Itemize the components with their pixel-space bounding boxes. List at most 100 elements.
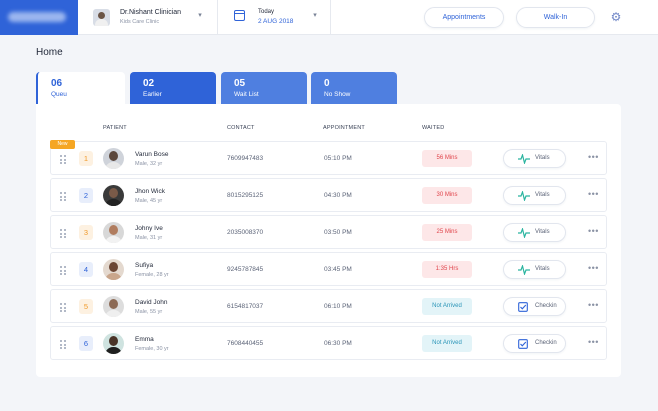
appointment-time: 03:45 PM — [324, 266, 352, 273]
contact: 8015295125 — [227, 192, 264, 199]
gear-icon[interactable]: ⚙ — [610, 11, 622, 23]
walkin-button[interactable]: Walk-In — [516, 7, 595, 28]
pulse-icon — [518, 265, 530, 275]
date-label: Today — [258, 9, 275, 15]
appointments-button[interactable]: Appointments — [424, 7, 504, 28]
waited-badge: Not Arrived — [422, 335, 472, 352]
action-label: Vitals — [535, 266, 550, 272]
patient-meta: Male, 32 yr — [135, 161, 163, 167]
action-label: Vitals — [535, 155, 550, 161]
contact: 6154817037 — [227, 303, 264, 310]
table-row[interactable]: 6 Emma Female, 30 yr 7608440455 06:30 PM… — [50, 326, 607, 360]
page-title: Home — [36, 47, 63, 58]
vitals-button[interactable]: Vitals — [503, 223, 566, 242]
header-waited: WAITED — [422, 125, 445, 131]
queue-number: 3 — [79, 225, 93, 240]
patient-meta: Male, 45 yr — [135, 198, 163, 204]
header-contact: CONTACT — [227, 125, 255, 131]
tab-wait-list[interactable]: 05 Wait List — [221, 72, 307, 104]
avatar — [103, 222, 124, 243]
tab-queue[interactable]: 06 Queu — [36, 72, 125, 106]
contact: 7609947483 — [227, 155, 264, 162]
more-icon[interactable]: ••• — [588, 264, 599, 273]
table-row[interactable]: New 1 Varun Bose Male, 32 yr 7609947483 … — [50, 140, 607, 175]
chevron-down-icon[interactable]: ▾ — [196, 12, 204, 20]
vitals-button[interactable]: Vitals — [503, 260, 566, 279]
doctor-name[interactable]: Dr.Nishant Clinician — [120, 9, 181, 16]
more-icon[interactable]: ••• — [588, 338, 599, 347]
action-label: Vitals — [535, 192, 550, 198]
drag-handle-icon[interactable] — [60, 192, 67, 201]
patient-name[interactable]: Johny Ive — [135, 225, 163, 232]
patient-name[interactable]: Varun Bose — [135, 151, 168, 158]
clinic-name: Kids Care Clinic — [120, 19, 160, 25]
avatar — [103, 333, 124, 354]
appointment-time: 06:30 PM — [324, 340, 352, 347]
avatar — [103, 148, 124, 169]
checkbox-icon — [518, 339, 528, 349]
patient-meta: Female, 28 yr — [135, 272, 169, 278]
logo[interactable] — [0, 0, 78, 35]
drag-handle-icon[interactable] — [60, 229, 67, 238]
queue-number: 6 — [79, 336, 93, 351]
appointment-time: 04:30 PM — [324, 192, 352, 199]
contact: 2035008370 — [227, 229, 264, 236]
tab-count: 0 — [324, 78, 330, 89]
action-label: Checkin — [535, 303, 557, 309]
more-icon[interactable]: ••• — [588, 301, 599, 310]
patient-meta: Male, 31 yr — [135, 235, 163, 241]
drag-handle-icon[interactable] — [60, 340, 67, 349]
patient-name[interactable]: Jhon Wick — [135, 188, 165, 195]
tab-count: 02 — [143, 78, 155, 89]
tab-label: Wait List — [234, 91, 259, 98]
tab-label: Earlier — [143, 91, 162, 98]
more-icon[interactable]: ••• — [588, 227, 599, 236]
tab-no-show[interactable]: 0 No Show — [311, 72, 397, 104]
divider — [217, 0, 218, 35]
more-icon[interactable]: ••• — [588, 190, 599, 199]
more-icon[interactable]: ••• — [588, 153, 599, 162]
patient-name[interactable]: Emma — [135, 336, 154, 343]
waited-badge: 1:35 Hrs — [422, 261, 472, 278]
tab-count: 06 — [51, 78, 63, 89]
patient-meta: Male, 55 yr — [135, 309, 163, 315]
appointment-time: 06:10 PM — [324, 303, 352, 310]
action-label: Vitals — [535, 229, 550, 235]
queue-number: 5 — [79, 299, 93, 314]
table-row[interactable]: 4 Sufiya Female, 28 yr 9245787845 03:45 … — [50, 252, 607, 286]
drag-handle-icon[interactable] — [60, 266, 67, 275]
vitals-button[interactable]: Vitals — [503, 149, 566, 168]
pulse-icon — [518, 191, 530, 201]
pulse-icon — [518, 154, 530, 164]
contact: 9245787845 — [227, 266, 264, 273]
vitals-button[interactable]: Vitals — [503, 186, 566, 205]
table-row[interactable]: 5 David John Male, 55 yr 6154817037 06:1… — [50, 289, 607, 323]
drag-handle-icon[interactable] — [60, 155, 67, 164]
checkbox-icon — [518, 302, 528, 312]
table-row[interactable]: 2 Jhon Wick Male, 45 yr 8015295125 04:30… — [50, 178, 607, 212]
tab-earlier[interactable]: 02 Earlier — [130, 72, 216, 104]
date-value[interactable]: 2 AUG 2018 — [258, 18, 293, 25]
chevron-down-icon[interactable]: ▾ — [311, 12, 319, 20]
top-bar: Dr.Nishant Clinician Kids Care Clinic ▾ … — [0, 0, 658, 35]
pulse-icon — [518, 228, 530, 238]
logo-mark — [8, 12, 66, 22]
table-row[interactable]: 3 Johny Ive Male, 31 yr 2035008370 03:50… — [50, 215, 607, 249]
avatar — [103, 259, 124, 280]
calendar-icon[interactable] — [234, 10, 245, 21]
patient-name[interactable]: Sufiya — [135, 262, 153, 269]
checkin-button[interactable]: Checkin — [503, 297, 566, 316]
patient-name[interactable]: David John — [135, 299, 168, 306]
queue-number: 4 — [79, 262, 93, 277]
tab-label: Queu — [51, 91, 67, 98]
divider — [330, 0, 331, 35]
waited-badge: 56 Mins — [422, 150, 472, 167]
drag-handle-icon[interactable] — [60, 303, 67, 312]
tab-label: No Show — [324, 91, 351, 98]
doctor-avatar[interactable] — [93, 9, 110, 26]
checkin-button[interactable]: Checkin — [503, 334, 566, 353]
new-badge: New — [50, 140, 75, 149]
appointment-time: 03:50 PM — [324, 229, 352, 236]
waited-badge: Not Arrived — [422, 298, 472, 315]
contact: 7608440455 — [227, 340, 264, 347]
